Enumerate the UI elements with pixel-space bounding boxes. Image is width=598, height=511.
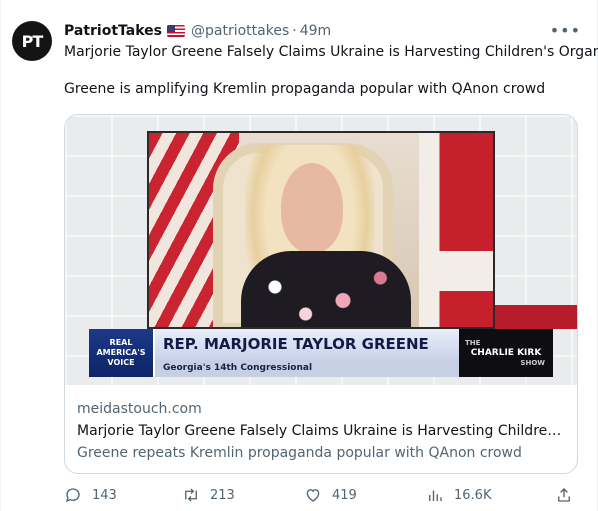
retweet-icon xyxy=(185,488,197,502)
show-logo-name: CHARLIE KIRK xyxy=(470,348,542,358)
network-logo-line: AMERICA'S xyxy=(96,348,146,357)
timestamp[interactable]: 49m xyxy=(300,23,331,39)
views-button[interactable]: 16.6K xyxy=(426,486,491,504)
speaker-face xyxy=(281,163,343,253)
speaker-body xyxy=(241,251,411,327)
heart-icon xyxy=(306,489,320,502)
more-options-icon[interactable]: ••• xyxy=(550,21,581,40)
retweet-button[interactable]: 213 xyxy=(182,486,235,504)
network-logo-line: REAL xyxy=(109,338,133,347)
card-title[interactable]: Marjorie Taylor Greene Falsely Claims Uk… xyxy=(77,421,565,441)
video-frame xyxy=(147,131,495,329)
avatar[interactable]: PT xyxy=(12,21,52,61)
show-logo-bottom: SHOW xyxy=(520,359,545,367)
tweet-text-line: Greene is amplifying Kremlin propaganda … xyxy=(64,81,546,97)
tweet-text-line: Marjorie Taylor Greene Falsely Claims Uk… xyxy=(64,44,598,60)
tweet-header: PatriotTakes @patriottakes · 49m ••• xyxy=(64,21,581,41)
analytics-icon xyxy=(429,490,442,501)
reply-count: 143 xyxy=(92,487,117,503)
chyron-subtitle: Georgia's 14th Congressional xyxy=(155,359,459,377)
tweet-text: Marjorie Taylor Greene Falsely Claims Uk… xyxy=(64,43,598,99)
share-icon xyxy=(558,488,570,502)
card-description[interactable]: Greene repeats Kremlin propaganda popula… xyxy=(77,443,565,463)
view-count: 16.6K xyxy=(454,487,492,503)
network-logo-line: VOICE xyxy=(107,358,135,367)
card-thumbnail[interactable]: REAL AMERICA'S VOICE REP. MARJORIE TAYLO… xyxy=(65,115,577,385)
show-logo-top: THE xyxy=(465,339,481,347)
tv-chyron: REAL AMERICA'S VOICE REP. MARJORIE TAYLO… xyxy=(89,329,553,377)
card-domain[interactable]: meidastouch.com xyxy=(77,399,565,419)
display-name[interactable]: PatriotTakes xyxy=(64,23,162,39)
us-flag-icon xyxy=(167,25,185,37)
action-bar: 143 213 419 16.6K xyxy=(64,484,584,506)
link-card[interactable]: REAL AMERICA'S VOICE REP. MARJORIE TAYLO… xyxy=(64,114,578,474)
chyron-banner: REP. MARJORIE TAYLOR GREENE Georgia's 14… xyxy=(155,329,459,377)
reply-button[interactable]: 143 xyxy=(64,486,117,504)
like-button[interactable]: 419 xyxy=(304,486,357,504)
separator-dot: · xyxy=(292,23,297,39)
tweet[interactable]: PT PatriotTakes @patriottakes · 49m ••• … xyxy=(0,0,598,511)
show-logo: THE CHARLIE KIRK SHOW xyxy=(459,329,553,377)
georgia-flag xyxy=(419,133,493,327)
share-button[interactable] xyxy=(555,486,573,504)
card-details[interactable]: meidastouch.com Marjorie Taylor Greene F… xyxy=(65,385,577,463)
chyron-title: REP. MARJORIE TAYLOR GREENE xyxy=(155,329,459,359)
reply-icon xyxy=(65,488,80,503)
like-count: 419 xyxy=(332,487,357,503)
avatar-initials: PT xyxy=(21,31,44,51)
user-handle[interactable]: @patriottakes xyxy=(191,23,289,39)
retweet-count: 213 xyxy=(210,487,235,503)
network-logo: REAL AMERICA'S VOICE xyxy=(89,329,155,377)
